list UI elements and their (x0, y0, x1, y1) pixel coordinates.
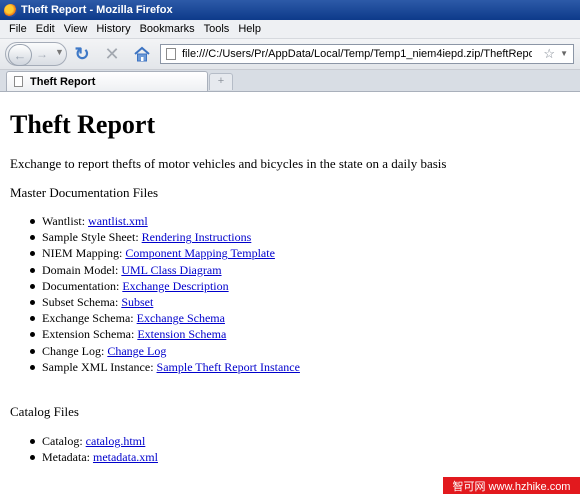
list-item: Wantlist: wantlist.xml (30, 213, 300, 229)
item-label: Documentation: (42, 278, 120, 293)
back-button[interactable]: ← (8, 44, 32, 66)
menu-history[interactable]: History (96, 23, 130, 35)
catalog-link[interactable]: catalog.html (86, 434, 146, 448)
item-label: Domain Model: (42, 262, 119, 277)
stop-button[interactable]: ✕ (103, 44, 121, 64)
back-forward-group: ← → ▼ (5, 42, 67, 66)
list-item: Sample Style Sheet: Rendering Instructio… (30, 229, 300, 245)
tab-strip: Theft Report + (0, 70, 580, 92)
component-mapping-link[interactable]: Component Mapping Template (125, 246, 275, 260)
menu-tools[interactable]: Tools (204, 23, 230, 35)
item-label: Change Log: (42, 343, 105, 358)
list-item: Change Log: Change Log (30, 343, 300, 359)
item-label: Sample XML Instance: (42, 359, 154, 374)
item-label: Sample Style Sheet: (42, 230, 139, 245)
bookmark-star-icon[interactable]: ☆ (543, 46, 555, 62)
navigation-toolbar: ← → ▼ ↻ ✕ file:///C:/Users/Pr/AppData/Lo… (0, 39, 580, 70)
item-label: Wantlist: (42, 214, 86, 228)
list-item: Extension Schema: Extension Schema (30, 326, 300, 342)
menu-edit[interactable]: Edit (36, 23, 55, 35)
forward-button[interactable]: → (33, 46, 51, 62)
firefox-logo-icon (4, 3, 17, 17)
menu-help[interactable]: Help (238, 23, 261, 35)
tab-page-icon (14, 76, 23, 87)
rendering-instructions-link[interactable]: Rendering Instructions (142, 230, 252, 244)
list-item: Sample XML Instance: Sample Theft Report… (30, 359, 300, 375)
window-title: Theft Report - Mozilla Firefox (21, 4, 173, 16)
metadata-link[interactable]: metadata.xml (93, 450, 158, 464)
list-item: Documentation: Exchange Description (30, 278, 300, 294)
item-label: Catalog: (42, 434, 83, 448)
list-item: Metadata: metadata.xml (30, 449, 158, 465)
item-label: Exchange Schema: (42, 311, 134, 326)
reload-icon: ↻ (74, 44, 90, 64)
menu-view[interactable]: View (64, 23, 88, 35)
list-item: Exchange Schema: Exchange Schema (30, 310, 300, 326)
back-arrow-icon: ← (13, 47, 27, 63)
address-input[interactable]: file:///C:/Users/Pr/AppData/Local/Temp/T… (182, 48, 532, 60)
change-log-link[interactable]: Change Log (107, 344, 166, 358)
site-watermark: 智可网 www.hzhike.com (443, 477, 580, 494)
page-title: Theft Report (10, 110, 156, 139)
menu-file[interactable]: File (9, 23, 27, 35)
plus-icon: + (217, 75, 225, 87)
forward-arrow-icon: → (36, 47, 48, 61)
address-bar[interactable]: file:///C:/Users/Pr/AppData/Local/Temp/T… (160, 44, 574, 64)
wantlist-link[interactable]: wantlist.xml (88, 214, 148, 228)
exchange-schema-link[interactable]: Exchange Schema (137, 311, 225, 325)
exchange-description-link[interactable]: Exchange Description (122, 279, 228, 293)
page-description: Exchange to report thefts of motor vehic… (10, 156, 447, 171)
item-label: Extension Schema: (42, 327, 135, 342)
sample-instance-link[interactable]: Sample Theft Report Instance (157, 360, 300, 374)
list-item: NIEM Mapping: Component Mapping Template (30, 245, 300, 261)
tab-title: Theft Report (30, 75, 96, 88)
tab-theft-report[interactable]: Theft Report (6, 71, 208, 91)
catalog-files-heading: Catalog Files (10, 404, 79, 419)
window-titlebar: Theft Report - Mozilla Firefox (0, 0, 580, 20)
page-icon (166, 48, 176, 60)
catalog-files-list: Catalog: catalog.html Metadata: metadata… (30, 433, 158, 465)
item-label: Metadata: (42, 450, 90, 465)
stop-icon: ✕ (104, 44, 120, 64)
master-files-heading: Master Documentation Files (10, 185, 159, 200)
home-button[interactable] (133, 46, 151, 62)
item-label: Subset Schema: (42, 294, 119, 309)
page-content: Theft Report Exchange to report thefts o… (0, 92, 580, 494)
menu-bookmarks[interactable]: Bookmarks (140, 23, 195, 35)
home-icon (134, 46, 150, 62)
menu-bar: File Edit View History Bookmarks Tools H… (0, 20, 580, 39)
history-dropdown-icon[interactable]: ▼ (55, 47, 64, 57)
subset-link[interactable]: Subset (121, 295, 153, 309)
url-dropdown-icon[interactable]: ▼ (560, 49, 568, 58)
master-files-list: Wantlist: wantlist.xml Sample Style Shee… (30, 213, 300, 375)
list-item: Catalog: catalog.html (30, 433, 158, 449)
new-tab-button[interactable]: + (209, 73, 233, 90)
item-label: NIEM Mapping: (42, 246, 123, 261)
uml-diagram-link[interactable]: UML Class Diagram (121, 263, 221, 277)
extension-schema-link[interactable]: Extension Schema (137, 327, 226, 341)
list-item: Domain Model: UML Class Diagram (30, 262, 300, 278)
reload-button[interactable]: ↻ (73, 44, 91, 64)
list-item: Subset Schema: Subset (30, 294, 300, 310)
